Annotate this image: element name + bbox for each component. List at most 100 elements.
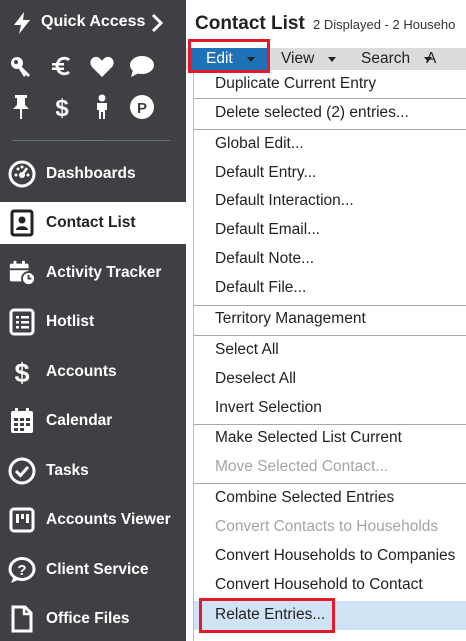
svg-text:$: $ bbox=[55, 95, 69, 120]
menu-item-relate-entries[interactable]: Relate Entries... bbox=[194, 601, 466, 630]
menu-item-label: Default Interaction... bbox=[215, 192, 354, 209]
menu-item-default-email[interactable]: Default Email... bbox=[194, 216, 466, 245]
check-circle-icon bbox=[8, 457, 36, 485]
chevron-down-icon bbox=[246, 56, 255, 62]
menu-view[interactable]: View bbox=[281, 48, 337, 70]
menu-item-invert-selection[interactable]: Invert Selection bbox=[194, 394, 466, 423]
quick-access-header[interactable]: Quick Access bbox=[0, 0, 186, 46]
menu-item-select-all[interactable]: Select All bbox=[194, 336, 466, 365]
menu-item-label: Invert Selection bbox=[215, 399, 322, 416]
sidebar-item-accounts[interactable]: $ Accounts bbox=[0, 351, 186, 393]
person-icon[interactable] bbox=[89, 94, 115, 120]
sidebar: Quick Access $ P ······ Dashboards Conta… bbox=[0, 0, 186, 641]
menu-item-duplicate-current-entry[interactable]: Duplicate Current Entry bbox=[194, 70, 466, 99]
menu-item-convert-households-to-companies[interactable]: Convert Households to Companies bbox=[194, 542, 466, 571]
menu-item-default-note[interactable]: Default Note... bbox=[194, 245, 466, 274]
sidebar-item-calendar[interactable]: Calendar bbox=[0, 400, 186, 442]
menu-item-label: Duplicate Current Entry bbox=[215, 75, 377, 92]
p-circle-icon[interactable]: P bbox=[129, 94, 155, 120]
menu-item-convert-household-to-contact[interactable]: Convert Household to Contact bbox=[194, 571, 466, 600]
menu-search[interactable]: Search bbox=[361, 48, 433, 70]
sidebar-item-client-service[interactable]: ? Client Service bbox=[0, 549, 186, 591]
sidebar-item-label: Contact List bbox=[46, 214, 136, 231]
title-row: Contact List 2 Displayed - 2 Househo bbox=[186, 0, 466, 46]
file-icon bbox=[8, 605, 36, 633]
contact-card-icon bbox=[8, 209, 36, 237]
menu-edit[interactable]: Edit bbox=[190, 48, 270, 70]
menu-item-delete-selected-entries[interactable]: Delete selected (2) entries... bbox=[194, 99, 466, 128]
menu-item-label: Select All bbox=[215, 341, 279, 358]
quick-icons-row-2: $ P bbox=[0, 92, 186, 122]
menu-item-label: Move Selected Contact... bbox=[215, 458, 389, 475]
euro-icon[interactable] bbox=[49, 54, 75, 80]
sidebar-item-dashboards[interactable]: Dashboards bbox=[0, 153, 186, 195]
menu-item-global-edit[interactable]: Global Edit... bbox=[194, 130, 466, 159]
edit-dropdown-menu: Duplicate Current Entry Delete selected … bbox=[193, 70, 466, 641]
menu-item-label: Delete selected (2) entries... bbox=[215, 104, 409, 121]
dollar-icon[interactable]: $ bbox=[49, 94, 75, 120]
sidebar-item-label: Accounts bbox=[46, 363, 117, 380]
sidebar-item-contact-list[interactable]: Contact List bbox=[0, 202, 186, 244]
page-title: Contact List bbox=[195, 13, 305, 34]
sidebar-item-tasks[interactable]: Tasks bbox=[0, 450, 186, 492]
sidebar-item-label: Activity Tracker bbox=[46, 264, 162, 281]
sidebar-item-activity-tracker[interactable]: Activity Tracker bbox=[0, 252, 186, 294]
pin-icon[interactable] bbox=[8, 94, 34, 120]
menubar: Edit View Search A bbox=[186, 48, 466, 70]
calendar-icon bbox=[8, 407, 36, 435]
sidebar-item-office-files[interactable]: Office Files bbox=[0, 598, 186, 640]
sidebar-item-label: Office Files bbox=[46, 610, 130, 627]
svg-text:P: P bbox=[137, 100, 147, 117]
chevron-down-icon bbox=[328, 56, 337, 62]
sidebar-item-hotlist[interactable]: Hotlist bbox=[0, 301, 186, 343]
menu-item-label: Default Note... bbox=[215, 250, 315, 267]
calendar-clock-icon bbox=[8, 259, 36, 287]
menu-item-label: Make Selected List Current bbox=[215, 429, 402, 446]
sidebar-item-accounts-viewer[interactable]: Accounts Viewer bbox=[0, 499, 186, 541]
question-bubble-icon: ? bbox=[8, 556, 36, 584]
grip-handle[interactable]: ······ bbox=[80, 136, 103, 145]
menu-item-label: Convert Household to Contact bbox=[215, 576, 423, 593]
menu-edit-label: Edit bbox=[206, 50, 233, 67]
menu-item-convert-contacts-to-households: Convert Contacts to Households bbox=[194, 513, 466, 542]
menu-item-territory-management[interactable]: Territory Management bbox=[194, 305, 466, 334]
sidebar-item-label: Dashboards bbox=[46, 165, 136, 182]
menu-item-label: Default Entry... bbox=[215, 164, 317, 181]
menu-item-label: Convert Contacts to Households bbox=[215, 518, 439, 535]
chat-icon[interactable] bbox=[129, 54, 155, 80]
menu-item-label: Combine Selected Entries bbox=[215, 489, 395, 506]
menu-more-label: A bbox=[426, 50, 437, 67]
menu-item-make-selected-list-current[interactable]: Make Selected List Current bbox=[194, 424, 466, 453]
menu-item-default-file[interactable]: Default File... bbox=[194, 274, 466, 303]
quick-access-label: Quick Access bbox=[41, 13, 146, 30]
heart-icon[interactable] bbox=[89, 54, 115, 80]
sidebar-item-label: Client Service bbox=[46, 561, 149, 578]
menu-item-label: Relate Entries... bbox=[215, 606, 326, 623]
menu-item-label: Global Edit... bbox=[215, 135, 304, 152]
viewer-icon bbox=[8, 506, 36, 534]
record-count: 2 Displayed - 2 Househo bbox=[313, 17, 456, 32]
dollar-icon: $ bbox=[8, 358, 36, 386]
menu-search-label: Search bbox=[361, 50, 411, 67]
lightning-icon bbox=[14, 12, 30, 34]
menu-item-default-interaction[interactable]: Default Interaction... bbox=[194, 187, 466, 216]
key-icon[interactable] bbox=[8, 54, 34, 80]
quick-icons-row-1 bbox=[0, 52, 186, 82]
svg-text:?: ? bbox=[17, 562, 26, 579]
menu-item-label: Territory Management bbox=[215, 310, 366, 327]
menu-item-combine-selected-entries[interactable]: Combine Selected Entries bbox=[194, 484, 466, 513]
dashboard-icon bbox=[8, 160, 36, 188]
svg-text:$: $ bbox=[14, 358, 29, 386]
sidebar-item-label: Calendar bbox=[46, 412, 113, 429]
menu-more[interactable]: A bbox=[426, 48, 436, 70]
sidebar-item-label: Accounts Viewer bbox=[46, 511, 171, 528]
menu-item-label: Default File... bbox=[215, 279, 307, 296]
chevron-right-icon[interactable] bbox=[150, 12, 164, 34]
menu-item-label: Default Email... bbox=[215, 221, 321, 238]
sidebar-item-label: Hotlist bbox=[46, 313, 95, 330]
list-icon bbox=[8, 308, 36, 336]
menu-item-deselect-all[interactable]: Deselect All bbox=[194, 365, 466, 394]
menu-item-label: Deselect All bbox=[215, 370, 296, 387]
menu-item-label: Convert Households to Companies bbox=[215, 547, 456, 564]
menu-item-default-entry[interactable]: Default Entry... bbox=[194, 159, 466, 188]
